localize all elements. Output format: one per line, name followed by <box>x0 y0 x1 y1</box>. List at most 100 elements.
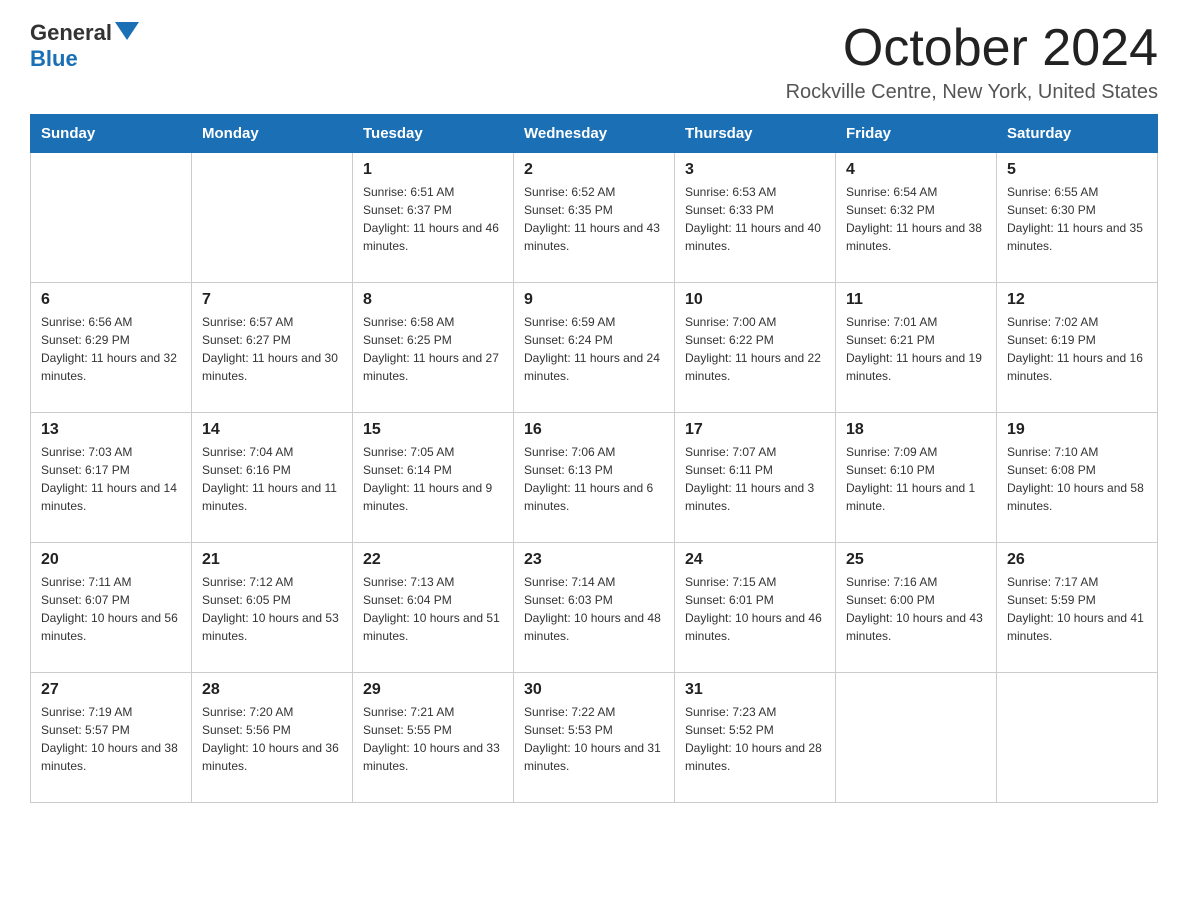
calendar-cell: 3 Sunrise: 6:53 AMSunset: 6:33 PMDaylight… <box>675 153 836 283</box>
calendar-cell <box>31 153 192 283</box>
calendar-cell: 20 Sunrise: 7:11 AMSunset: 6:07 PMDayligh… <box>31 543 192 673</box>
day-of-week-header: Wednesday <box>514 115 675 153</box>
day-info: Sunrise: 7:21 AMSunset: 5:55 PMDaylight:… <box>363 703 503 775</box>
day-info: Sunrise: 7:16 AMSunset: 6:00 PMDaylight:… <box>846 573 986 645</box>
calendar-cell: 14 Sunrise: 7:04 AMSunset: 6:16 PMDayligh… <box>192 413 353 543</box>
day-number: 26 <box>1007 551 1147 569</box>
calendar-cell: 29 Sunrise: 7:21 AMSunset: 5:55 PMDayligh… <box>353 673 514 803</box>
day-info: Sunrise: 7:13 AMSunset: 6:04 PMDaylight:… <box>363 573 503 645</box>
day-number: 6 <box>41 291 181 309</box>
calendar-cell: 25 Sunrise: 7:16 AMSunset: 6:00 PMDayligh… <box>836 543 997 673</box>
logo-blue-text: Blue <box>30 46 139 72</box>
logo: General Blue <box>30 20 139 72</box>
day-info: Sunrise: 7:03 AMSunset: 6:17 PMDaylight:… <box>41 443 181 515</box>
calendar-cell: 12Sunrise: 7:02 AMSunset: 6:19 PMDayligh… <box>997 283 1158 413</box>
calendar-cell: 6Sunrise: 6:56 AMSunset: 6:29 PMDaylight… <box>31 283 192 413</box>
calendar-cell: 8Sunrise: 6:58 AMSunset: 6:25 PMDaylight… <box>353 283 514 413</box>
day-number: 13 <box>41 421 181 439</box>
calendar-cell <box>997 673 1158 803</box>
day-info: Sunrise: 6:59 AMSunset: 6:24 PMDaylight:… <box>524 313 664 385</box>
calendar-cell: 19 Sunrise: 7:10 AMSunset: 6:08 PMDayligh… <box>997 413 1158 543</box>
day-info: Sunrise: 7:15 AMSunset: 6:01 PMDaylight:… <box>685 573 825 645</box>
day-info: Sunrise: 7:19 AMSunset: 5:57 PMDaylight:… <box>41 703 181 775</box>
day-info: Sunrise: 7:02 AMSunset: 6:19 PMDaylight:… <box>1007 313 1147 385</box>
day-number: 25 <box>846 551 986 569</box>
calendar-header-row: SundayMondayTuesdayWednesdayThursdayFrid… <box>31 115 1158 153</box>
calendar-cell: 23 Sunrise: 7:14 AMSunset: 6:03 PMDayligh… <box>514 543 675 673</box>
day-info: Sunrise: 7:20 AMSunset: 5:56 PMDaylight:… <box>202 703 342 775</box>
calendar-cell: 16 Sunrise: 7:06 AMSunset: 6:13 PMDayligh… <box>514 413 675 543</box>
calendar-cell: 5Sunrise: 6:55 AMSunset: 6:30 PMDaylight… <box>997 153 1158 283</box>
title-area: October 2024 Rockville Centre, New York,… <box>786 20 1158 104</box>
calendar-cell: 18Sunrise: 7:09 AMSunset: 6:10 PMDayligh… <box>836 413 997 543</box>
day-info: Sunrise: 6:57 AMSunset: 6:27 PMDaylight:… <box>202 313 342 385</box>
month-title: October 2024 <box>786 20 1158 77</box>
calendar-table: SundayMondayTuesdayWednesdayThursdayFrid… <box>30 114 1158 803</box>
day-number: 1 <box>363 161 503 179</box>
day-info: Sunrise: 7:01 AMSunset: 6:21 PMDaylight:… <box>846 313 986 385</box>
day-number: 30 <box>524 681 664 699</box>
calendar-cell: 11 Sunrise: 7:01 AMSunset: 6:21 PMDayligh… <box>836 283 997 413</box>
day-info: Sunrise: 7:05 AMSunset: 6:14 PMDaylight:… <box>363 443 503 515</box>
day-number: 3 <box>685 161 825 179</box>
calendar-cell: 7Sunrise: 6:57 AMSunset: 6:27 PMDaylight… <box>192 283 353 413</box>
day-number: 14 <box>202 421 342 439</box>
calendar-cell: 22 Sunrise: 7:13 AMSunset: 6:04 PMDayligh… <box>353 543 514 673</box>
day-number: 18 <box>846 421 986 439</box>
calendar-cell: 13 Sunrise: 7:03 AMSunset: 6:17 PMDayligh… <box>31 413 192 543</box>
day-info: Sunrise: 7:14 AMSunset: 6:03 PMDaylight:… <box>524 573 664 645</box>
day-info: Sunrise: 7:06 AMSunset: 6:13 PMDaylight:… <box>524 443 664 515</box>
calendar-cell: 31Sunrise: 7:23 AMSunset: 5:52 PMDayligh… <box>675 673 836 803</box>
day-info: Sunrise: 7:11 AMSunset: 6:07 PMDaylight:… <box>41 573 181 645</box>
logo-triangle-icon <box>115 22 139 40</box>
calendar-cell: 10 Sunrise: 7:00 AMSunset: 6:22 PMDayligh… <box>675 283 836 413</box>
day-info: Sunrise: 6:52 AMSunset: 6:35 PMDaylight:… <box>524 183 664 255</box>
day-number: 22 <box>363 551 503 569</box>
calendar-week-row: 20 Sunrise: 7:11 AMSunset: 6:07 PMDayligh… <box>31 543 1158 673</box>
day-of-week-header: Friday <box>836 115 997 153</box>
day-number: 29 <box>363 681 503 699</box>
day-number: 20 <box>41 551 181 569</box>
day-info: Sunrise: 6:55 AMSunset: 6:30 PMDaylight:… <box>1007 183 1147 255</box>
calendar-cell: 2 Sunrise: 6:52 AMSunset: 6:35 PMDaylight… <box>514 153 675 283</box>
day-info: Sunrise: 6:54 AMSunset: 6:32 PMDaylight:… <box>846 183 986 255</box>
calendar-cell: 28 Sunrise: 7:20 AMSunset: 5:56 PMDayligh… <box>192 673 353 803</box>
calendar-week-row: 6Sunrise: 6:56 AMSunset: 6:29 PMDaylight… <box>31 283 1158 413</box>
day-number: 15 <box>363 421 503 439</box>
day-number: 10 <box>685 291 825 309</box>
day-of-week-header: Sunday <box>31 115 192 153</box>
day-info: Sunrise: 6:51 AMSunset: 6:37 PMDaylight:… <box>363 183 503 255</box>
calendar-cell: 21Sunrise: 7:12 AMSunset: 6:05 PMDayligh… <box>192 543 353 673</box>
location-subtitle: Rockville Centre, New York, United State… <box>786 81 1158 104</box>
day-number: 23 <box>524 551 664 569</box>
day-info: Sunrise: 7:00 AMSunset: 6:22 PMDaylight:… <box>685 313 825 385</box>
day-of-week-header: Saturday <box>997 115 1158 153</box>
calendar-week-row: 1 Sunrise: 6:51 AMSunset: 6:37 PMDaylight… <box>31 153 1158 283</box>
day-info: Sunrise: 7:10 AMSunset: 6:08 PMDaylight:… <box>1007 443 1147 515</box>
day-number: 28 <box>202 681 342 699</box>
logo-general-text: General <box>30 20 112 46</box>
day-number: 17 <box>685 421 825 439</box>
day-info: Sunrise: 7:07 AMSunset: 6:11 PMDaylight:… <box>685 443 825 515</box>
day-info: Sunrise: 6:53 AMSunset: 6:33 PMDaylight:… <box>685 183 825 255</box>
day-number: 4 <box>846 161 986 179</box>
calendar-cell: 30Sunrise: 7:22 AMSunset: 5:53 PMDayligh… <box>514 673 675 803</box>
calendar-cell: 15 Sunrise: 7:05 AMSunset: 6:14 PMDayligh… <box>353 413 514 543</box>
day-number: 31 <box>685 681 825 699</box>
day-number: 19 <box>1007 421 1147 439</box>
calendar-cell: 9Sunrise: 6:59 AMSunset: 6:24 PMDaylight… <box>514 283 675 413</box>
calendar-cell <box>836 673 997 803</box>
calendar-cell: 26 Sunrise: 7:17 AMSunset: 5:59 PMDayligh… <box>997 543 1158 673</box>
day-info: Sunrise: 7:04 AMSunset: 6:16 PMDaylight:… <box>202 443 342 515</box>
calendar-week-row: 13 Sunrise: 7:03 AMSunset: 6:17 PMDayligh… <box>31 413 1158 543</box>
calendar-cell: 1 Sunrise: 6:51 AMSunset: 6:37 PMDaylight… <box>353 153 514 283</box>
day-of-week-header: Thursday <box>675 115 836 153</box>
day-info: Sunrise: 7:12 AMSunset: 6:05 PMDaylight:… <box>202 573 342 645</box>
day-number: 11 <box>846 291 986 309</box>
calendar-cell: 17 Sunrise: 7:07 AMSunset: 6:11 PMDayligh… <box>675 413 836 543</box>
day-number: 2 <box>524 161 664 179</box>
calendar-week-row: 27Sunrise: 7:19 AMSunset: 5:57 PMDayligh… <box>31 673 1158 803</box>
day-number: 16 <box>524 421 664 439</box>
day-info: Sunrise: 7:17 AMSunset: 5:59 PMDaylight:… <box>1007 573 1147 645</box>
day-info: Sunrise: 6:58 AMSunset: 6:25 PMDaylight:… <box>363 313 503 385</box>
